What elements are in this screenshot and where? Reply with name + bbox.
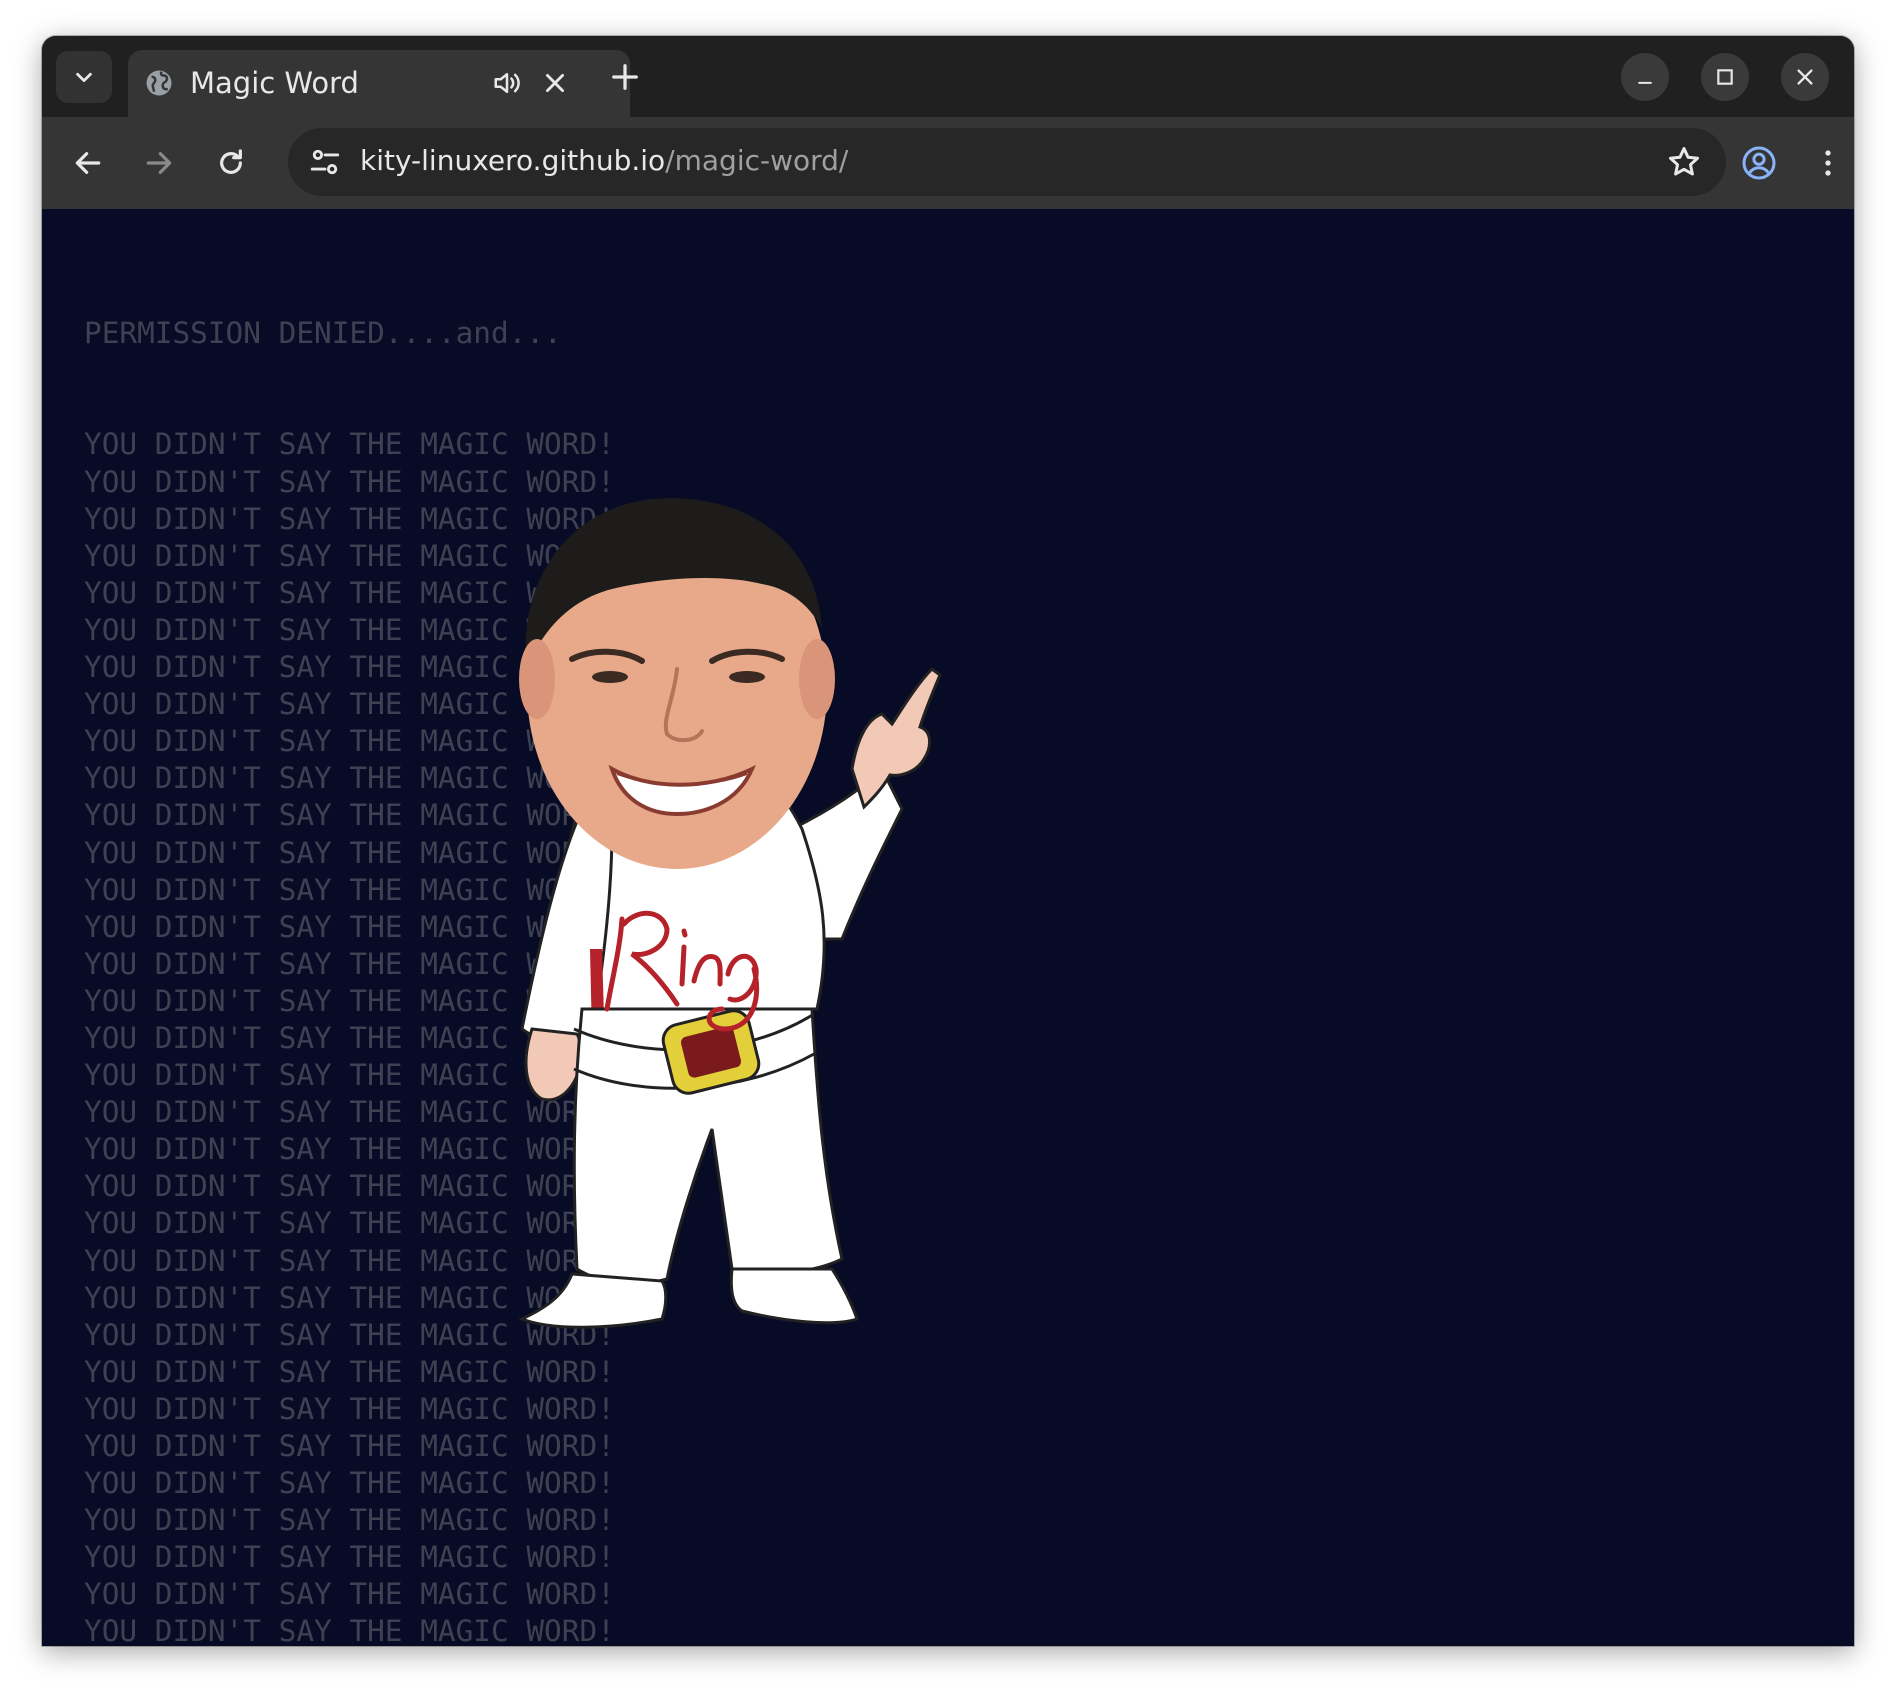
reload-icon <box>220 149 242 174</box>
back-button[interactable] <box>66 141 110 185</box>
globe-icon <box>146 70 172 96</box>
close-window-button[interactable] <box>1781 53 1829 101</box>
minimize-button[interactable] <box>1621 53 1669 101</box>
kebab-menu-icon <box>1825 150 1831 176</box>
account-icon <box>1742 146 1776 180</box>
page-content: PERMISSION DENIED....and... YOU DIDN'T S… <box>42 209 1854 1646</box>
magic-word-line: YOU DIDN'T SAY THE MAGIC WORD! <box>84 1503 615 1538</box>
tab-title: Magic Word <box>190 66 359 100</box>
profile-button[interactable] <box>1736 140 1782 186</box>
minimize-icon <box>1638 81 1652 84</box>
forward-button[interactable] <box>137 141 181 185</box>
star-icon[interactable] <box>1666 144 1702 180</box>
address-bar[interactable]: kity-linuxero.github.io/magic-word/ <box>288 128 1726 196</box>
arrow-right-icon <box>146 152 172 174</box>
close-icon <box>1797 69 1813 85</box>
magic-word-line: YOU DIDN'T SAY THE MAGIC WORD! <box>84 1540 615 1575</box>
reload-button[interactable] <box>209 141 253 185</box>
magic-word-line: YOU DIDN'T SAY THE MAGIC WORD! <box>84 1429 615 1463</box>
king-illustration <box>518 498 942 1329</box>
tab-strip: Magic Word <box>42 36 1854 117</box>
arrow-left-icon <box>75 152 101 174</box>
tune-icon[interactable] <box>308 145 342 179</box>
magic-word-line: YOU DIDN'T SAY THE MAGIC WORD! <box>84 1466 615 1501</box>
url-host: kity-linuxero.github.io <box>360 144 666 177</box>
close-icon[interactable] <box>542 70 568 96</box>
plus-icon[interactable] <box>610 62 640 92</box>
chevron-down-icon <box>76 72 92 83</box>
url-path: /magic-word/ <box>665 144 849 177</box>
tab-search-button[interactable] <box>56 51 112 103</box>
url-text[interactable]: kity-linuxero.github.io/magic-word/ <box>360 144 848 177</box>
browser-window: Magic Word kity-linuxero.github.io/magic… <box>42 36 1854 1646</box>
browser-menu-button[interactable] <box>1806 141 1850 185</box>
maximize-icon <box>1717 69 1733 85</box>
tab-magic-word[interactable]: Magic Word <box>128 50 630 117</box>
maximize-button[interactable] <box>1701 53 1749 101</box>
magic-word-line: YOU DIDN'T SAY THE MAGIC WORD! <box>84 427 615 462</box>
toolbar: kity-linuxero.github.io/magic-word/ <box>42 117 1854 209</box>
magic-word-line: YOU DIDN'T SAY THE MAGIC WORD! <box>84 1614 615 1646</box>
permission-denied-line: PERMISSION DENIED....and... <box>84 316 562 351</box>
speaker-icon[interactable] <box>492 68 522 98</box>
magic-word-line: YOU DIDN'T SAY THE MAGIC WORD! <box>84 1577 615 1612</box>
